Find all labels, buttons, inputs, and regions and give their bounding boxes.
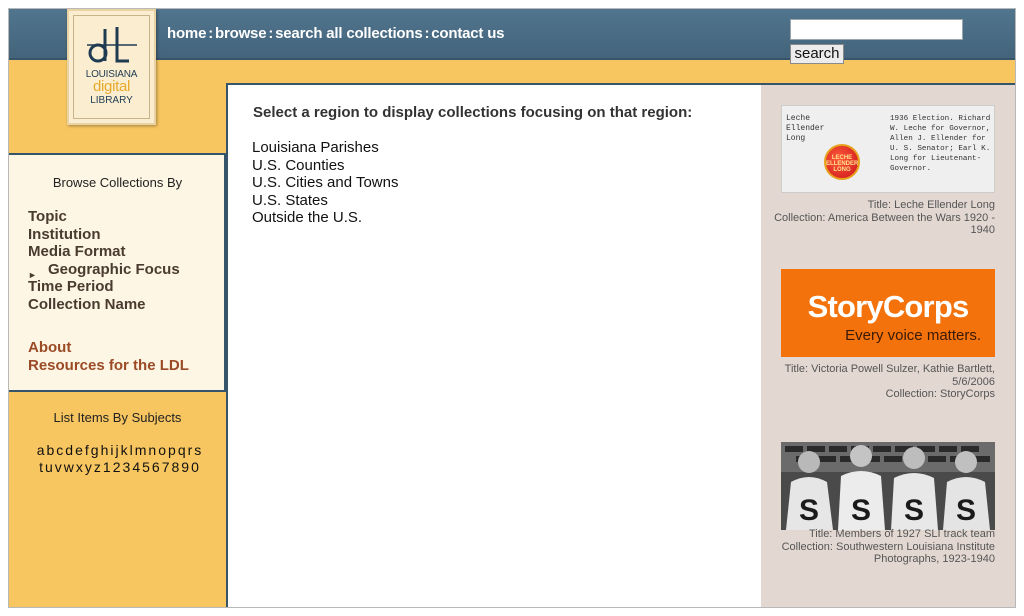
thumbnail-text: Leche Ellender Long — [786, 114, 825, 143]
subject-letter-link[interactable]: 5 — [142, 459, 150, 475]
subject-letter-link[interactable]: v — [55, 459, 62, 475]
page-title: Select a region to display collections f… — [253, 104, 693, 121]
logo-text-digital: digital — [92, 78, 131, 95]
featured-title: Title: Leche Ellender Long — [867, 199, 995, 211]
subject-letter-link[interactable]: s — [194, 442, 201, 458]
page-frame: home: browse: search all collections: conta… — [8, 8, 1016, 608]
featured-caption-2: Title: Victoria Powell Sulzer, Kathie Ba… — [769, 363, 995, 401]
campaign-button-image: LECHE ELLENDER LONG — [824, 144, 860, 180]
pin-text: LONG — [833, 167, 851, 173]
jersey-letter: S — [799, 494, 819, 527]
subject-letter-link[interactable]: t — [39, 459, 43, 475]
subject-letter-link[interactable]: c — [56, 442, 63, 458]
region-link-outside-us[interactable]: Outside the U.S. — [252, 209, 398, 227]
subject-letter-link[interactable]: m — [135, 442, 147, 458]
track-team-photo: SSSS — [781, 442, 995, 530]
featured-title: Title: Members of 1927 SLI track team — [808, 528, 995, 540]
subject-letter-link[interactable]: w — [64, 459, 74, 475]
sidebar-item-media-format[interactable]: Media Format — [28, 243, 126, 260]
subject-letter-link[interactable]: 7 — [162, 459, 170, 475]
featured-items-column: Leche Ellender Long 1936 Election. Richa… — [761, 83, 1015, 607]
logo-text-library: LIBRARY — [90, 95, 133, 106]
sidebar-item-collection-name[interactable]: Collection Name — [28, 296, 146, 313]
nav-home-link[interactable]: home — [167, 25, 206, 42]
subject-letter-link[interactable]: 2 — [113, 459, 121, 475]
subject-letter-link[interactable]: 9 — [181, 459, 189, 475]
subject-letter-link[interactable]: k — [121, 442, 128, 458]
storycorps-logo-text: StoryCorps — [807, 289, 970, 324]
main-content: Select a region to display collections f… — [226, 83, 761, 607]
sidebar-item-time-period[interactable]: Time Period — [28, 278, 114, 295]
storycorps-tagline: Every voice matters. — [845, 327, 981, 344]
subject-letter-link[interactable]: h — [101, 442, 109, 458]
region-link-louisiana-parishes[interactable]: Louisiana Parishes — [252, 139, 398, 157]
browse-collections-panel: Browse Collections By Topic Institution … — [9, 153, 226, 392]
subject-letter-link[interactable]: q — [178, 442, 186, 458]
subject-letter-link[interactable]: j — [116, 442, 119, 458]
browse-heading: Browse Collections By — [52, 175, 183, 190]
sidebar-item-geographic-focus[interactable]: Geographic Focus — [48, 261, 180, 278]
subject-letter-link[interactable]: 3 — [123, 459, 131, 475]
subject-letter-link[interactable]: i — [110, 442, 113, 458]
subject-letter-link[interactable]: a — [37, 442, 45, 458]
subject-letter-link[interactable]: o — [158, 442, 166, 458]
subject-letter-link[interactable]: 1 — [103, 459, 111, 475]
nav-contact-link[interactable]: contact us — [431, 25, 504, 42]
subject-letter-link[interactable]: g — [91, 442, 99, 458]
subject-letter-link[interactable]: e — [75, 442, 83, 458]
featured-thumbnail-leche-ellender-long[interactable]: Leche Ellender Long 1936 Election. Richa… — [781, 105, 995, 193]
jersey-letter: S — [904, 494, 924, 527]
subject-letter-link[interactable]: z — [94, 459, 101, 475]
main-nav: home: browse: search all collections: conta… — [167, 25, 504, 42]
subject-letter-link[interactable]: p — [168, 442, 176, 458]
subject-letter-link[interactable]: 0 — [191, 459, 199, 475]
about-link[interactable]: About — [28, 339, 71, 356]
sidebar-item-topic[interactable]: Topic — [28, 208, 67, 225]
subject-letter-link[interactable]: f — [85, 442, 89, 458]
subject-index: abcdefghijklmnopqrs tuvwxyz1234567890 — [12, 442, 226, 476]
louisiana-digital-library-logo[interactable]: LOUISIANA digital LIBRARY — [67, 9, 156, 125]
featured-collection: Collection: Southwestern Louisiana Insti… — [781, 540, 995, 566]
featured-title: Title: Victoria Powell Sulzer, Kathie Ba… — [784, 363, 995, 388]
subjects-heading: List Items By Subjects — [53, 410, 182, 425]
subject-letter-link[interactable]: 6 — [152, 459, 160, 475]
featured-caption-3: Title: Members of 1927 SLI track team Co… — [769, 528, 995, 566]
search-button[interactable]: search — [790, 44, 844, 64]
subject-letter-link[interactable]: x — [76, 459, 83, 475]
sidebar-item-institution[interactable]: Institution — [28, 226, 100, 243]
subject-letter-link[interactable]: u — [45, 459, 53, 475]
jersey-letter: S — [851, 494, 871, 527]
resources-link[interactable]: Resources for the LDL — [28, 357, 189, 374]
top-navigation-bar: home: browse: search all collections: conta… — [9, 9, 1015, 60]
subject-letter-link[interactable]: 4 — [132, 459, 140, 475]
featured-thumbnail-storycorps[interactable]: StoryCorps Every voice matters. — [781, 269, 995, 357]
nav-separator: : — [208, 25, 214, 42]
featured-caption-1: Title: Leche Ellender Long Collection: A… — [769, 199, 995, 237]
nav-separator: : — [268, 25, 274, 42]
featured-collection: Collection: StoryCorps — [885, 388, 995, 401]
region-list: Louisiana Parishes U.S. Counties U.S. Ci… — [252, 139, 398, 227]
featured-thumbnail-track-team-photo[interactable]: SSSS — [781, 442, 995, 530]
subject-letter-link[interactable]: d — [65, 442, 73, 458]
nav-search-all-link[interactable]: search all collections — [275, 25, 423, 42]
jersey-letter: S — [956, 494, 976, 527]
nav-separator: : — [424, 25, 430, 42]
subject-letter-link[interactable]: n — [148, 442, 156, 458]
subject-letter-link[interactable]: l — [130, 442, 133, 458]
subject-letter-link[interactable]: r — [188, 442, 193, 458]
subject-letter-link[interactable]: b — [47, 442, 55, 458]
region-link-us-cities-and-towns[interactable]: U.S. Cities and Towns — [252, 174, 398, 192]
region-link-us-states[interactable]: U.S. States — [252, 192, 398, 210]
region-link-us-counties[interactable]: U.S. Counties — [252, 157, 398, 175]
search-input[interactable] — [790, 19, 963, 40]
nav-browse-link[interactable]: browse — [215, 25, 267, 42]
featured-collection: Collection: America Between the Wars 192… — [774, 211, 995, 237]
subject-letter-link[interactable]: 8 — [172, 459, 180, 475]
dl-monogram-icon — [87, 27, 137, 63]
subject-letter-link[interactable]: y — [85, 459, 92, 475]
thumbnail-text: 1936 Election. Richard W. Leche for Gove… — [890, 115, 991, 173]
